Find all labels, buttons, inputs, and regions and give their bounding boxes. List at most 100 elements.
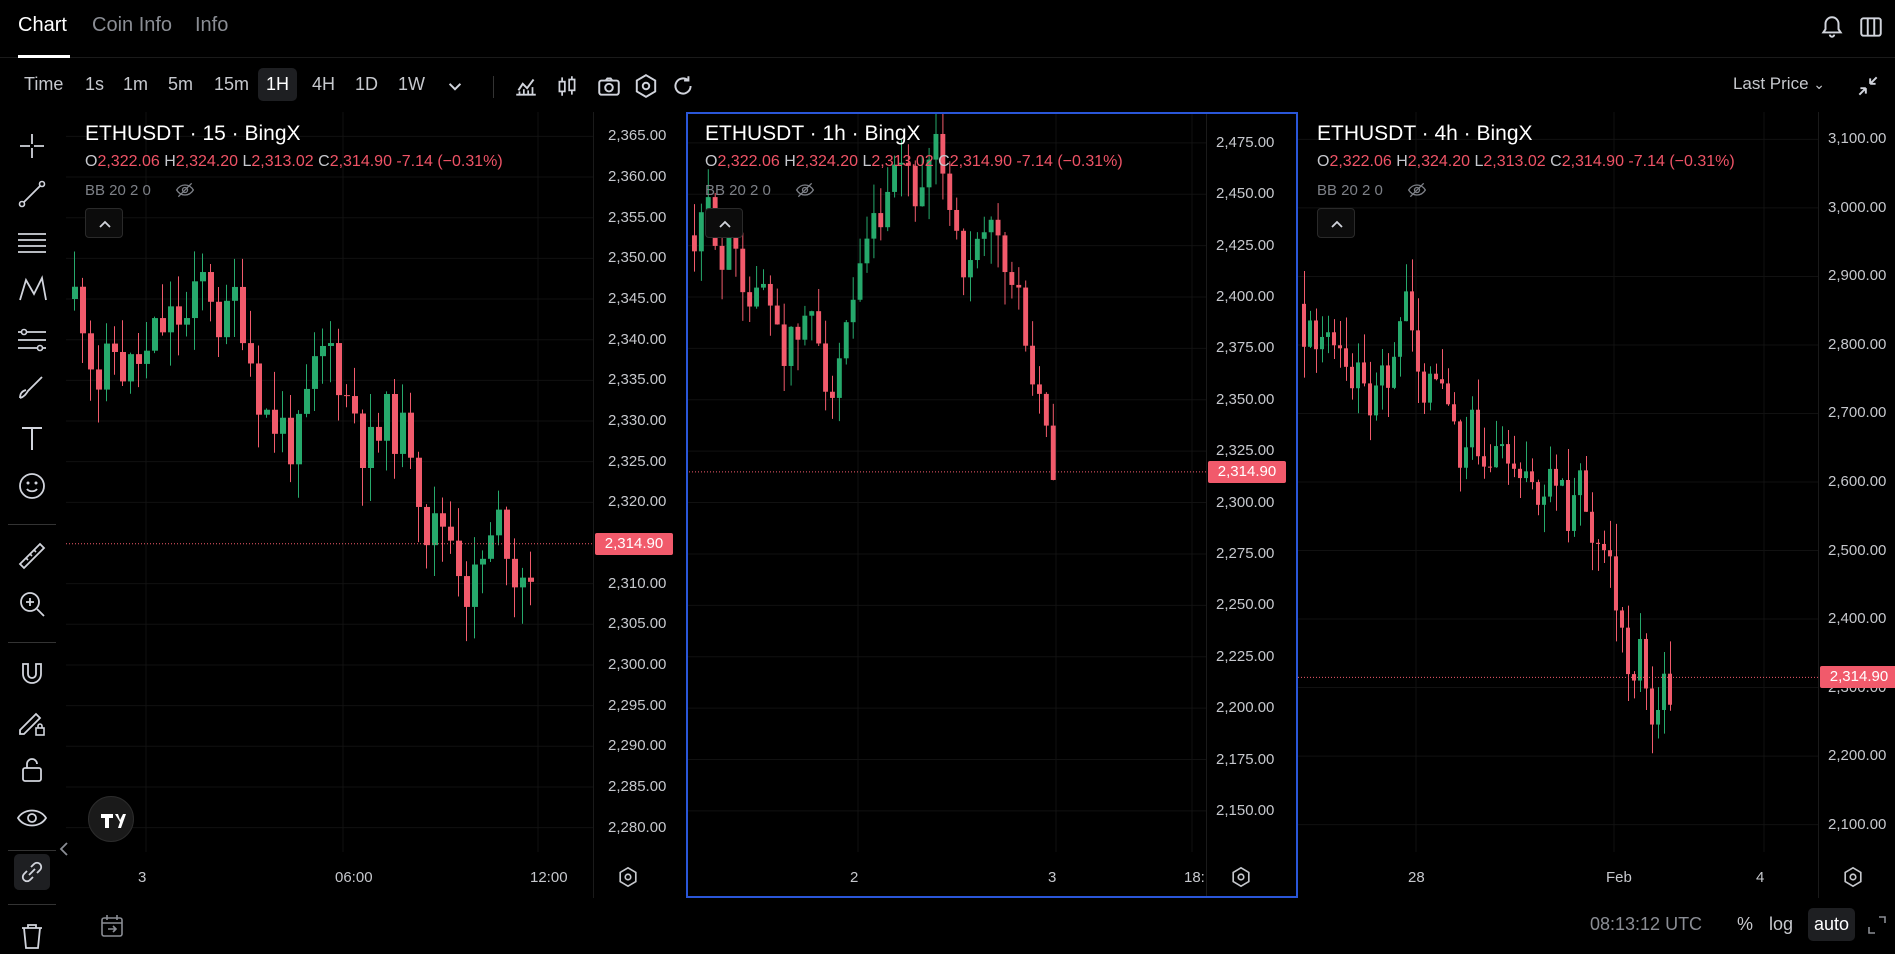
candle-body[interactable]	[1476, 409, 1480, 457]
candle-body[interactable]	[1350, 366, 1354, 389]
candle-body[interactable]	[1488, 466, 1492, 468]
candle-body[interactable]	[1614, 556, 1618, 611]
chevron-down-icon[interactable]	[442, 73, 468, 99]
candle-body[interactable]	[1374, 385, 1378, 416]
candle-body[interactable]	[719, 245, 725, 270]
candle-body[interactable]	[184, 318, 190, 325]
eye-icon[interactable]	[14, 800, 50, 836]
axis-settings-icon[interactable]	[1230, 866, 1252, 888]
log-scale-toggle[interactable]: log	[1769, 914, 1793, 935]
candle-body[interactable]	[988, 219, 994, 233]
candle-body[interactable]	[1320, 336, 1324, 350]
candle-body[interactable]	[376, 426, 382, 441]
candle-body[interactable]	[1650, 688, 1654, 725]
candlestick-chart[interactable]	[66, 112, 676, 898]
candle-body[interactable]	[88, 333, 94, 370]
candle-body[interactable]	[1332, 332, 1336, 346]
candle-body[interactable]	[1386, 365, 1390, 388]
candle-body[interactable]	[795, 326, 801, 340]
legend-collapse-button[interactable]	[705, 208, 743, 238]
candle-body[interactable]	[192, 281, 198, 319]
candle-body[interactable]	[823, 343, 828, 392]
candle-body[interactable]	[304, 388, 310, 414]
candle-body[interactable]	[360, 413, 366, 468]
candle-body[interactable]	[1608, 550, 1612, 557]
candle-body[interactable]	[264, 409, 270, 415]
candlestick-chart[interactable]	[1298, 112, 1895, 898]
axis-settings-icon[interactable]	[1842, 866, 1864, 888]
indicator-label[interactable]: BB 20 2 0	[705, 182, 771, 199]
candle-body[interactable]	[280, 417, 286, 434]
candle-body[interactable]	[1470, 409, 1474, 448]
candle-body[interactable]	[1043, 393, 1049, 426]
candle-body[interactable]	[408, 412, 414, 458]
candle-body[interactable]	[1380, 365, 1384, 386]
legend-collapse-button[interactable]	[85, 208, 123, 238]
candle-body[interactable]	[1344, 348, 1348, 367]
candle-body[interactable]	[1422, 371, 1426, 403]
candle-body[interactable]	[878, 213, 884, 228]
candle-body[interactable]	[1392, 356, 1396, 388]
candle-body[interactable]	[1560, 480, 1564, 486]
candle-body[interactable]	[1002, 235, 1008, 273]
candle-body[interactable]	[981, 232, 987, 239]
percent-scale-toggle[interactable]: %	[1737, 914, 1753, 935]
eye-hidden-icon[interactable]	[174, 180, 196, 200]
timeframe-1w[interactable]: 1W	[398, 74, 425, 95]
candle-body[interactable]	[144, 350, 150, 364]
candle-body[interactable]	[1536, 482, 1540, 505]
candle-body[interactable]	[1428, 373, 1432, 403]
candle-body[interactable]	[1338, 345, 1342, 349]
candle-body[interactable]	[104, 343, 110, 390]
lock-icon[interactable]	[14, 752, 50, 788]
candle-body[interactable]	[136, 354, 142, 364]
candle-body[interactable]	[1050, 425, 1056, 480]
indicator-label[interactable]: BB 20 2 0	[85, 182, 151, 199]
candle-body[interactable]	[176, 306, 182, 325]
timeframe-1m[interactable]: 1m	[123, 74, 148, 95]
candle-body[interactable]	[272, 409, 278, 434]
candle-body[interactable]	[72, 286, 78, 300]
price-type-select[interactable]: Last Price ⌄	[1733, 74, 1825, 94]
candle-body[interactable]	[1566, 480, 1570, 531]
fullscreen-icon[interactable]	[1866, 914, 1888, 936]
candle-body[interactable]	[1009, 272, 1015, 285]
candle-body[interactable]	[961, 230, 966, 278]
candle-body[interactable]	[1602, 543, 1606, 551]
indicators-icon[interactable]	[513, 73, 539, 99]
candle-body[interactable]	[1524, 471, 1528, 479]
candle-body[interactable]	[1620, 610, 1624, 628]
candlestick-chart[interactable]	[686, 112, 1298, 898]
candle-body[interactable]	[1578, 470, 1582, 496]
candle-body[interactable]	[1440, 379, 1444, 384]
tradingview-logo[interactable]	[88, 796, 134, 842]
candle-body[interactable]	[368, 426, 374, 468]
candle-body[interactable]	[1314, 320, 1318, 350]
candle-body[interactable]	[1500, 444, 1504, 447]
eye-hidden-icon[interactable]	[1406, 180, 1428, 200]
candle-body[interactable]	[995, 219, 1001, 236]
symbol-title[interactable]: ETHUSDT · 15 · BingX	[85, 122, 301, 146]
candle-body[interactable]	[432, 513, 438, 546]
candle-body[interactable]	[774, 305, 780, 325]
candle-body[interactable]	[1548, 468, 1552, 497]
candle-body[interactable]	[885, 191, 891, 228]
timeframe-15m[interactable]: 15m	[214, 74, 249, 95]
fib-icon[interactable]	[14, 322, 50, 358]
candle-body[interactable]	[496, 509, 502, 536]
candle-body[interactable]	[248, 343, 254, 364]
candle-body[interactable]	[1626, 627, 1630, 675]
candle-body[interactable]	[954, 209, 960, 231]
candle-body[interactable]	[1596, 542, 1600, 544]
candle-body[interactable]	[336, 343, 342, 396]
candle-type-icon[interactable]	[554, 73, 580, 99]
collapse-icon[interactable]	[1855, 73, 1881, 99]
candle-body[interactable]	[698, 212, 704, 252]
brush-icon[interactable]	[14, 370, 50, 406]
candle-body[interactable]	[1356, 362, 1360, 389]
auto-scale-toggle[interactable]: auto	[1808, 908, 1856, 941]
candle-body[interactable]	[836, 358, 842, 398]
candle-body[interactable]	[726, 234, 732, 270]
candle-body[interactable]	[480, 558, 486, 565]
candle-body[interactable]	[1590, 511, 1594, 543]
